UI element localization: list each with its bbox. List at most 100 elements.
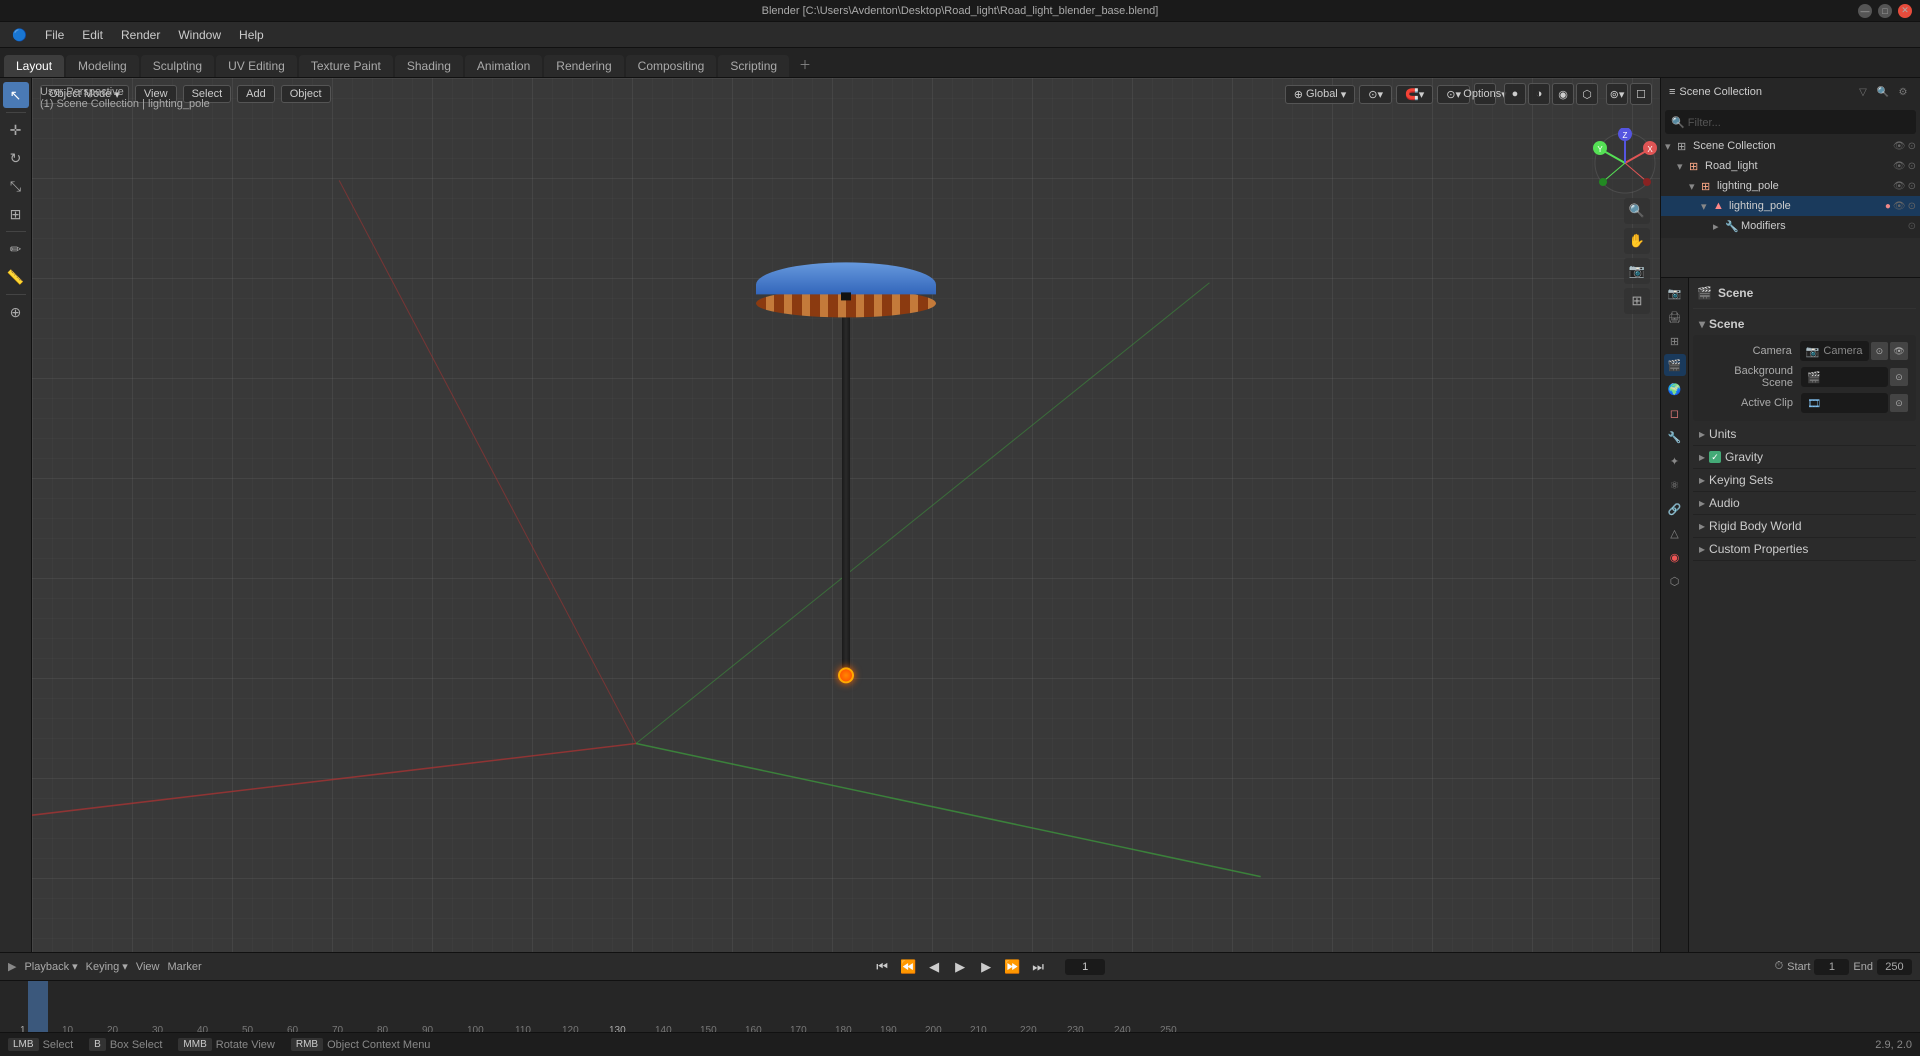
options-button[interactable]: Options ▾ bbox=[1474, 83, 1496, 105]
prop-output-icon[interactable]: 🖨 bbox=[1664, 306, 1686, 328]
prop-constraints-icon[interactable]: 🔗 bbox=[1664, 498, 1686, 520]
next-frame-btn[interactable]: ▶ bbox=[975, 956, 997, 978]
tool-scale[interactable]: ⤡ bbox=[3, 173, 29, 199]
tab-animation[interactable]: Animation bbox=[465, 55, 542, 77]
jump-end-btn[interactable]: ⏭ bbox=[1027, 956, 1049, 978]
active-clip-value[interactable]: 🎞 bbox=[1801, 393, 1888, 413]
viewport-3d[interactable]: Object Mode ▾ View Select Add Object ⊕ G… bbox=[32, 78, 1660, 952]
prop-modifier-icon[interactable]: 🔧 bbox=[1664, 426, 1686, 448]
prop-shader-icon[interactable]: ⬡ bbox=[1664, 570, 1686, 592]
xray-toggle[interactable]: ☐ bbox=[1630, 83, 1652, 105]
tool-transform[interactable]: ⊞ bbox=[3, 201, 29, 227]
material-preview[interactable]: ◑ bbox=[1528, 83, 1550, 105]
prop-scene-icon[interactable]: 🎬 bbox=[1664, 354, 1686, 376]
rigid-body-world-section[interactable]: ▸ Rigid Body World bbox=[1693, 515, 1916, 538]
tool-rotate[interactable]: ↻ bbox=[3, 145, 29, 171]
tab-rendering[interactable]: Rendering bbox=[544, 55, 623, 77]
camera-eye-icon[interactable]: 👁 bbox=[1890, 342, 1908, 360]
add-menu[interactable]: Add bbox=[237, 85, 275, 103]
current-frame-display[interactable]: 1 bbox=[1065, 959, 1105, 975]
tool-move[interactable]: ✛ bbox=[3, 117, 29, 143]
snap-btn[interactable]: 🧲▾ bbox=[1396, 85, 1433, 104]
keying-sets-section[interactable]: ▸ Keying Sets bbox=[1693, 469, 1916, 492]
background-scene-value[interactable]: 🎬 bbox=[1801, 367, 1888, 387]
outliner-item-modifiers[interactable]: ▸ 🔧 Modifiers ⊙ bbox=[1661, 216, 1920, 236]
outliner-search[interactable]: 🔍 Filter... bbox=[1665, 110, 1916, 134]
menu-edit[interactable]: Edit bbox=[74, 26, 111, 44]
clip-browse-icon[interactable]: ⊙ bbox=[1890, 394, 1908, 412]
next-keyframe-btn[interactable]: ⏩ bbox=[1001, 956, 1023, 978]
rendered-shading[interactable]: ◉ bbox=[1552, 83, 1574, 105]
start-frame-value[interactable]: 1 bbox=[1814, 959, 1849, 975]
tab-texture-paint[interactable]: Texture Paint bbox=[299, 55, 393, 77]
maximize-button[interactable]: □ bbox=[1878, 4, 1892, 18]
tool-select[interactable]: ↖ bbox=[3, 82, 29, 108]
close-button[interactable]: ✕ bbox=[1898, 4, 1912, 18]
outliner-item-lighting-pole-collection[interactable]: ▾ ⊞ lighting_pole 👁 ⊙ bbox=[1661, 176, 1920, 196]
units-section[interactable]: ▸ Units bbox=[1693, 423, 1916, 446]
camera-browse-icon[interactable]: ⊙ bbox=[1871, 342, 1889, 360]
outliner-options[interactable]: ⚙ bbox=[1894, 83, 1912, 101]
prev-keyframe-btn[interactable]: ⏪ bbox=[897, 956, 919, 978]
tab-shading[interactable]: Shading bbox=[395, 55, 463, 77]
road-light-label: Road_light bbox=[1705, 160, 1893, 172]
transform-space[interactable]: ⊕ Global ▾ bbox=[1285, 85, 1356, 104]
outliner-filter[interactable]: ▽ bbox=[1854, 83, 1872, 101]
prop-material-icon[interactable]: ◉ bbox=[1664, 546, 1686, 568]
overlay-toggle[interactable]: ⊚▾ bbox=[1606, 83, 1628, 105]
camera-value[interactable]: 📷 Camera bbox=[1800, 341, 1869, 361]
prop-render-icon[interactable]: 📷 bbox=[1664, 282, 1686, 304]
solid-shading[interactable]: ● bbox=[1504, 83, 1526, 105]
scene-section-header[interactable]: ▾ Scene bbox=[1693, 313, 1916, 335]
frame-130-label: 130 bbox=[609, 1025, 626, 1032]
gravity-section[interactable]: ▸ ✓ Gravity bbox=[1693, 446, 1916, 469]
zoom-to-fit[interactable]: 🔍 bbox=[1624, 198, 1650, 224]
gravity-checkbox[interactable]: ✓ bbox=[1709, 451, 1721, 463]
prop-data-icon[interactable]: △ bbox=[1664, 522, 1686, 544]
outliner-item-lighting-pole-mesh[interactable]: ▾ ▲ lighting_pole ● 👁 ⊙ bbox=[1661, 196, 1920, 216]
outliner-search-icon[interactable]: 🔍 bbox=[1874, 83, 1892, 101]
navigation-gizmo[interactable]: X Y Z bbox=[1590, 128, 1650, 188]
prev-frame-btn[interactable]: ◀ bbox=[923, 956, 945, 978]
prop-view-layer-icon[interactable]: ⊞ bbox=[1664, 330, 1686, 352]
custom-properties-section[interactable]: ▸ Custom Properties bbox=[1693, 538, 1916, 561]
quad-view[interactable]: ⊞ bbox=[1624, 288, 1650, 314]
bg-scene-browse-icon[interactable]: ⊙ bbox=[1890, 368, 1908, 386]
tab-modeling[interactable]: Modeling bbox=[66, 55, 139, 77]
object-menu[interactable]: Object bbox=[281, 85, 331, 103]
tab-sculpting[interactable]: Sculpting bbox=[141, 55, 214, 77]
marker-menu[interactable]: Marker bbox=[167, 961, 201, 973]
hand-pan[interactable]: ✋ bbox=[1624, 228, 1650, 254]
menu-file[interactable]: File bbox=[37, 26, 72, 44]
timeline-scrubber[interactable]: 1 10 20 30 40 50 60 70 80 90 100 110 120… bbox=[0, 981, 1920, 1032]
menu-render[interactable]: Render bbox=[113, 26, 168, 44]
prop-world-icon[interactable]: 🌍 bbox=[1664, 378, 1686, 400]
play-btn[interactable]: ▶ bbox=[949, 956, 971, 978]
audio-section[interactable]: ▸ Audio bbox=[1693, 492, 1916, 515]
outliner-item-scene-collection[interactable]: ▾ ⊞ Scene Collection 👁 ⊙ bbox=[1661, 136, 1920, 156]
wireframe-shading[interactable]: ⬡ bbox=[1576, 83, 1598, 105]
tool-measure[interactable]: 📏 bbox=[3, 264, 29, 290]
tab-layout[interactable]: Layout bbox=[4, 55, 64, 77]
view-menu-timeline[interactable]: View bbox=[136, 961, 160, 973]
prop-physics-icon[interactable]: ⚛ bbox=[1664, 474, 1686, 496]
jump-start-btn[interactable]: ⏮ bbox=[871, 956, 893, 978]
menu-help[interactable]: Help bbox=[231, 26, 272, 44]
camera-view[interactable]: 📷 bbox=[1624, 258, 1650, 284]
tab-scripting[interactable]: Scripting bbox=[718, 55, 789, 77]
tab-compositing[interactable]: Compositing bbox=[626, 55, 717, 77]
pivot-point[interactable]: ⊙▾ bbox=[1359, 85, 1392, 104]
tool-annotate[interactable]: ✏ bbox=[3, 236, 29, 262]
tool-cursor[interactable]: ⊕ bbox=[3, 299, 29, 325]
minimize-button[interactable]: — bbox=[1858, 4, 1872, 18]
tab-uv-editing[interactable]: UV Editing bbox=[216, 55, 297, 77]
outliner-item-road-light[interactable]: ▾ ⊞ Road_light 👁 ⊙ bbox=[1661, 156, 1920, 176]
menu-blender[interactable]: 🔵 bbox=[4, 26, 35, 44]
end-frame-value[interactable]: 250 bbox=[1877, 959, 1912, 975]
prop-object-icon[interactable]: ◻ bbox=[1664, 402, 1686, 424]
add-workspace-button[interactable]: ＋ bbox=[791, 52, 819, 77]
playback-menu[interactable]: Playback ▾ bbox=[24, 960, 77, 973]
menu-window[interactable]: Window bbox=[170, 26, 229, 44]
prop-particles-icon[interactable]: ✦ bbox=[1664, 450, 1686, 472]
keying-menu[interactable]: Keying ▾ bbox=[86, 960, 128, 973]
